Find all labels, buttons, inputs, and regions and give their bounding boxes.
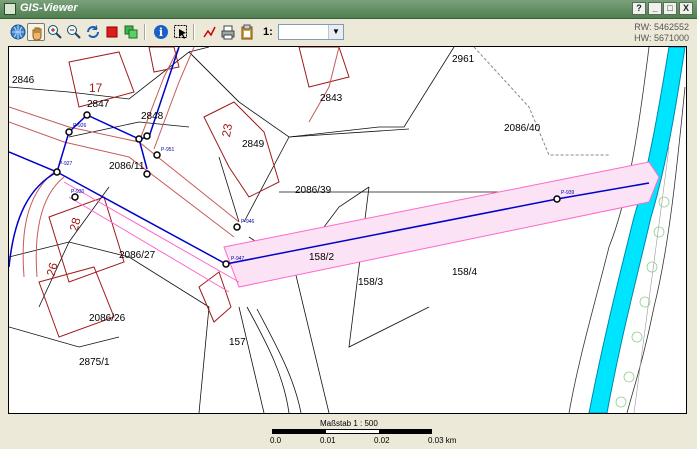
print-icon[interactable] [219,23,237,41]
scale-title: Maßstab 1 : 500 [320,419,378,428]
refresh-icon[interactable] [84,23,102,41]
map-canvas[interactable]: 2846 2847 2848 2849 2843 2961 2086/40 20… [8,46,687,414]
svg-text:i: i [159,26,163,39]
help-button[interactable]: ? [632,2,646,15]
house-number: 28 [67,216,84,233]
parcel-label: 2875/1 [79,357,110,368]
point-label: P-927 [59,161,73,167]
map-drawing: 2846 2847 2848 2849 2843 2961 2086/40 20… [9,47,686,413]
chevron-down-icon[interactable]: ▼ [328,25,343,39]
scale-footer: Maßstab 1 : 500 0.0 0.01 0.02 0.03 km [0,414,697,449]
scale-tick: 0.0 [270,436,282,445]
info-icon[interactable]: i [152,23,170,41]
stream-water [588,47,686,413]
parcel-label: 2086/27 [119,250,156,261]
house-number: 17 [89,81,103,95]
clipboard-icon[interactable] [238,23,256,41]
point-label: P-947 [231,256,245,262]
globe-icon[interactable] [9,23,27,41]
stop-icon[interactable] [103,23,121,41]
zoom-out-icon[interactable] [65,23,83,41]
toolbar-separator [193,24,195,40]
close-button[interactable]: X [679,2,693,15]
parcel-label: 157 [229,337,246,348]
measure-icon[interactable] [200,23,218,41]
parcel-label: 158/2 [309,252,334,263]
zoom-in-icon[interactable] [46,23,64,41]
app-icon [4,3,16,15]
scale-tick: 0.03 km [428,436,457,445]
point-label: P-951 [161,147,175,153]
hw-coordinate: HW: 5671000 [634,33,689,43]
parcel-label: 2086/40 [504,123,541,134]
parcel-label: 2843 [320,93,343,104]
title-bar: GIS-Viewer ? _ □ X [0,0,697,19]
parcel-label: 158/4 [452,267,477,278]
layers-icon[interactable] [122,23,140,41]
point-label: P-939 [561,190,575,196]
maximize-button[interactable]: □ [663,2,677,15]
minimize-button[interactable]: _ [648,2,662,15]
point-label: P-926 [73,123,87,129]
scale-tick: 0.01 [320,436,336,445]
point-label: P-930 [71,189,85,195]
house-number: 23 [219,122,235,138]
point-label: P-946 [241,219,255,225]
select-arrow-icon[interactable] [172,23,190,41]
scale-label: 1: [263,26,273,38]
rw-coordinate: RW: 5462552 [634,22,689,32]
window-title: GIS-Viewer [20,2,78,14]
pan-hand-icon[interactable] [27,23,45,41]
corridor-area [223,161,660,288]
parcel-label: 2846 [12,75,35,86]
parcel-label: 2849 [242,139,265,150]
parcel-label: 2961 [452,54,475,65]
parcel-label: 2086/26 [89,313,126,324]
parcel-label: 2086/39 [295,185,332,196]
parcel-label: 2847 [87,99,110,110]
toolbar: i [0,19,697,45]
scale-bar [272,429,432,434]
scale-tick: 0.02 [374,436,390,445]
toolbar-separator [144,24,146,40]
parcel-label: 2848 [141,111,164,122]
house-number: 26 [44,261,61,278]
parcel-label: 2086/11 [109,161,145,172]
parcel-label: 158/3 [358,277,383,288]
scale-select[interactable]: ▼ [278,24,344,40]
scale-select-value [279,30,282,41]
